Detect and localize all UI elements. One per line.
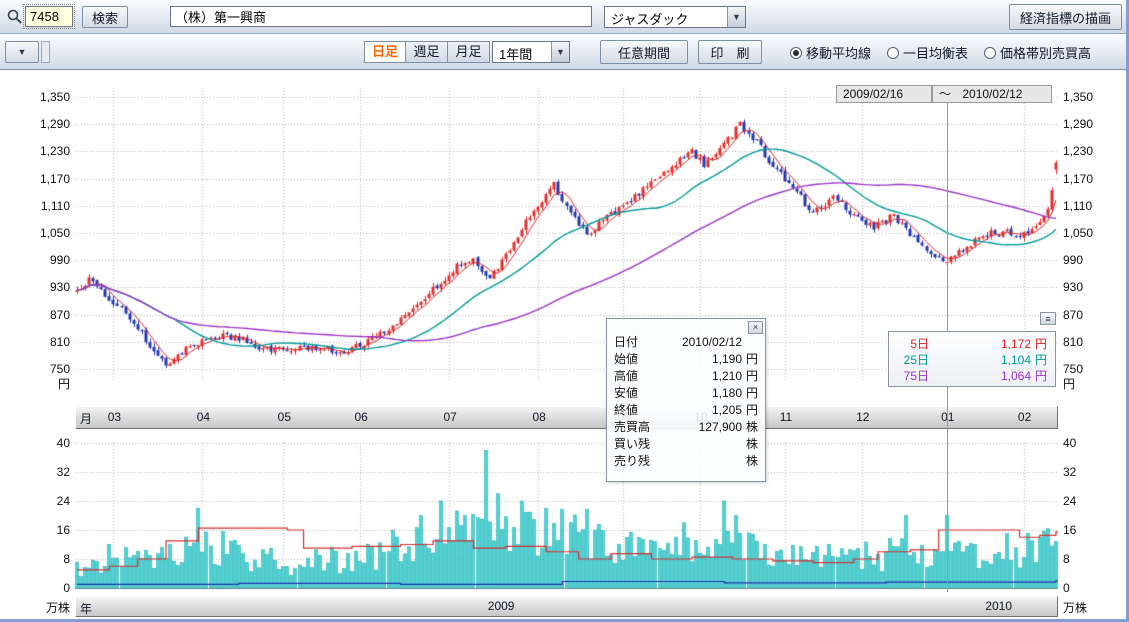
stock-chart-app-window: 検索 ジャスダック ▼ 経済指標の描画 ▼ 日足 週足 月足 1年間 ▼ 任意期… [0,0,1129,622]
legend-unit: 円 [1031,368,1047,384]
tooltip-row-open: 始値1,190円 [607,351,765,368]
stock-code-input[interactable] [25,6,73,27]
stock-name-input[interactable] [170,6,592,27]
legend-row-ma75: 75日 1,064 円 [889,368,1055,384]
top-toolbar: 検索 ジャスダック ▼ 経済指標の描画 [0,0,1126,34]
legend-row-ma25: 25日 1,104 円 [889,352,1055,368]
legend-value: 1,172 [1001,336,1031,352]
radio-label: 価格帯別売買高 [1000,43,1091,62]
legend-value: 1,064 [1001,368,1031,384]
chart-toolbar: ▼ 日足 週足 月足 1年間 ▼ 任意期間 印 刷 移動平均線 一目均衡表 価格… [0,34,1126,70]
quote-tooltip: × 日付2010/02/12 始値1,190円 高値1,210円 安値1,180… [606,318,766,482]
tab-weekly[interactable]: 週足 [406,41,448,63]
tooltip-row-low: 安値1,180円 [607,385,765,402]
radio-ichimoku[interactable]: 一目均衡表 [887,43,968,62]
legend-minimize-button[interactable]: ≡ [1040,312,1056,325]
period-select[interactable]: 1年間 ▼ [492,41,570,63]
market-select-value: ジャスダック [605,7,727,27]
timeframe-tabs: 日足 週足 月足 [364,41,490,63]
tooltip-row-margin-buy: 買い残株 [607,436,765,453]
tab-daily[interactable]: 日足 [364,41,406,63]
tooltip-row-margin-sell: 売り残株 [607,453,765,470]
tab-monthly[interactable]: 月足 [448,41,490,63]
radio-moving-average[interactable]: 移動平均線 [790,43,871,62]
radio-icon [887,47,899,59]
radio-label: 一目均衡表 [903,43,968,62]
radio-icon [984,47,996,59]
moving-average-legend: 5日 1,172 円 25日 1,104 円 75日 1,064 円 [888,331,1056,387]
legend-label: 5日 [897,336,929,352]
price-volume-chart-canvas[interactable] [0,0,1129,622]
chevron-down-icon[interactable]: ▼ [551,42,569,62]
legend-row-ma5: 5日 1,172 円 [889,336,1055,352]
tooltip-row-date: 日付2010/02/12 [607,334,765,351]
tooltip-row-close: 終値1,205円 [607,402,765,419]
period-select-value: 1年間 [493,42,551,62]
print-button[interactable]: 印 刷 [698,40,762,64]
tooltip-row-high: 高値1,210円 [607,368,765,385]
radio-icon [790,47,802,59]
economic-indicator-button[interactable]: 経済指標の描画 [1009,4,1122,30]
indicator-radio-group: 移動平均線 一目均衡表 価格帯別売買高 [790,43,1091,62]
market-select[interactable]: ジャスダック ▼ [604,6,746,28]
custom-period-button[interactable]: 任意期間 [600,40,688,64]
radio-label: 移動平均線 [806,43,871,62]
legend-label: 25日 [897,352,929,368]
chart-menu-dropdown-button[interactable]: ▼ [5,41,39,63]
chevron-down-icon[interactable]: ▼ [727,7,745,27]
legend-unit: 円 [1031,336,1047,352]
tooltip-close-button[interactable]: × [748,321,763,334]
search-icon [6,8,24,26]
radio-volume-by-price[interactable]: 価格帯別売買高 [984,43,1091,62]
tooltip-row-volume: 売買高127,900株 [607,419,765,436]
legend-unit: 円 [1031,352,1047,368]
search-button[interactable]: 検索 [82,6,128,28]
toolbar-divider [41,41,50,63]
legend-value: 1,104 [1001,352,1031,368]
legend-label: 75日 [897,368,929,384]
